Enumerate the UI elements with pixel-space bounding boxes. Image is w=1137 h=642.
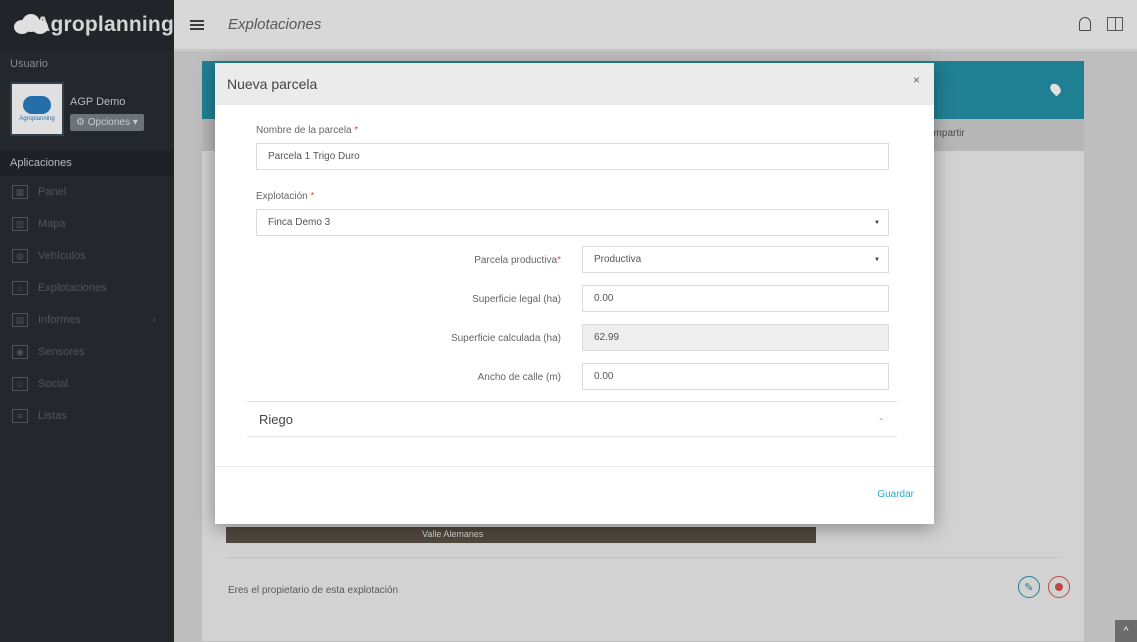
plot-name-label: Nombre de la parcela *: [256, 125, 359, 136]
street-width-input[interactable]: 0.00: [582, 363, 889, 390]
farm-select[interactable]: Finca Demo 3 ▼: [256, 209, 889, 236]
save-button[interactable]: Guardar: [877, 489, 914, 500]
street-width-label: Ancho de calle (m): [477, 372, 561, 383]
productive-select[interactable]: Productiva ▼: [582, 246, 889, 273]
farm-label: Explotación *: [256, 191, 315, 202]
close-icon[interactable]: ×: [913, 73, 920, 87]
legal-area-label: Superficie legal (ha): [472, 294, 561, 305]
chevron-down-icon: ⌄: [877, 412, 885, 422]
scroll-top-button[interactable]: ^: [1115, 620, 1137, 642]
legal-area-input[interactable]: 0.00: [582, 285, 889, 312]
modal-title: Nueva parcela: [227, 76, 318, 92]
plot-name-input[interactable]: Parcela 1 Trigo Duro: [256, 143, 889, 170]
chevron-down-icon: ▼: [874, 257, 880, 263]
calc-area-label: Superficie calculada (ha): [450, 333, 561, 344]
modal-footer: Guardar: [215, 466, 934, 524]
new-plot-modal: Nueva parcela × Nombre de la parcela * P…: [215, 63, 934, 524]
calc-area-field: 62.99: [582, 324, 889, 351]
modal-body: Nombre de la parcela * Parcela 1 Trigo D…: [215, 105, 934, 466]
chevron-up-icon: ^: [1123, 625, 1129, 637]
modal-header: Nueva parcela ×: [215, 63, 934, 105]
chevron-down-icon: ▼: [874, 220, 880, 226]
irrigation-label: Riego: [259, 411, 293, 427]
irrigation-accordion[interactable]: Riego ⌄: [247, 401, 897, 437]
productive-label: Parcela productiva*: [474, 255, 561, 266]
